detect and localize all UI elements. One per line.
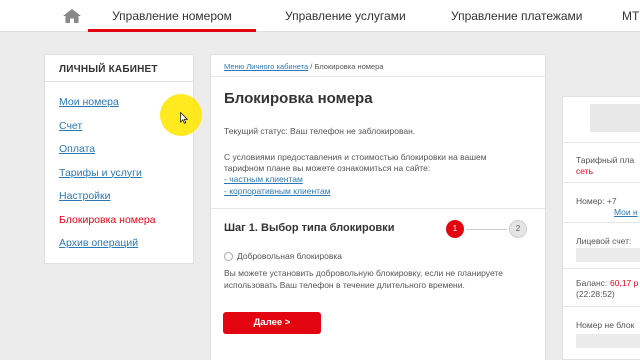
balance-value: 60,17 р [610,278,639,288]
tab-payments-management[interactable]: Управление платежами [451,0,583,32]
voluntary-block-desc-line1: Вы можете установить добровольную блокир… [224,268,503,278]
sidebar-item-settings[interactable]: Настройки [59,185,156,209]
breadcrumb-divider [211,76,545,77]
conditions-text-line1: С условиями предоставления и стоимостью … [224,152,487,162]
sidebar-card: ЛИЧНЫЙ КАБИНЕТ Мои номера Счет Оплата Та… [44,54,194,264]
balance-time: (22:28:52) [576,289,615,299]
mouse-pointer-icon [180,112,188,124]
info-divider [563,222,640,223]
number-label: Номер: +7 [576,196,617,206]
breadcrumb-link-cabinet-menu[interactable]: Меню Личного кабинета [224,62,308,71]
sidebar-divider [45,81,193,82]
tariff-value[interactable]: сеть [576,166,593,176]
voluntary-block-label[interactable]: Добровольная блокировка [237,251,342,261]
tab-services-management[interactable]: Управление услугами [285,0,406,32]
sidebar-item-tariffs[interactable]: Тарифы и услуги [59,162,156,186]
top-navigation: Управление номером Управление услугами У… [0,0,640,32]
step-indicator-next: 2 [509,220,527,238]
sidebar-item-operations-archive[interactable]: Архив операций [59,232,156,256]
info-divider [563,306,640,307]
sidebar-item-payment[interactable]: Оплата [59,138,156,162]
account-number-label: Лицевой счет: [576,236,632,246]
link-corporate-clients[interactable]: - корпоративным клиентам [224,186,331,196]
my-numbers-link[interactable]: Мои н [614,207,638,217]
voluntary-block-desc-line2: использовать Ваш телефон в течение длите… [224,280,465,290]
next-button[interactable]: Далее > [223,312,321,334]
info-divider [563,182,640,183]
home-icon[interactable] [62,8,82,24]
link-private-clients[interactable]: - частным клиентам [224,174,303,184]
tab-mts[interactable]: МТС [622,0,640,32]
status-text: Текущий статус: Ваш телефон не заблокиро… [224,126,416,136]
step-title: Шаг 1. Выбор типа блокировки [224,222,395,234]
breadcrumb-separator: / [310,62,313,71]
breadcrumb: Меню Личного кабинета / Блокировка номер… [224,62,383,71]
account-number-placeholder [576,248,640,262]
sidebar-item-my-numbers[interactable]: Мои номера [59,91,156,115]
block-status-placeholder [576,334,640,348]
tariff-label: Тарифный пла [576,155,635,165]
sidebar-menu: Мои номера Счет Оплата Тарифы и услуги Н… [59,91,156,256]
step-indicator-current: 1 [446,220,464,238]
conditions-text-line2: тарифном плане вы можете ознакомиться на… [224,163,431,173]
info-divider [563,268,640,269]
sidebar-item-number-blocking[interactable]: Блокировка номера [59,209,156,233]
user-name-placeholder [590,104,640,132]
voluntary-block-radio[interactable] [224,252,233,261]
step-divider [211,208,545,209]
tab-number-management[interactable]: Управление номером [88,0,256,32]
page-title: Блокировка номера [224,90,373,107]
breadcrumb-current: Блокировка номера [314,62,384,71]
info-divider [563,142,640,143]
sidebar-title: ЛИЧНЫЙ КАБИНЕТ [59,64,158,75]
step-connector [466,229,507,230]
balance-label: Баланс: [576,278,608,288]
block-status-text: Номер не блок [576,320,635,330]
sidebar-item-account[interactable]: Счет [59,115,156,139]
